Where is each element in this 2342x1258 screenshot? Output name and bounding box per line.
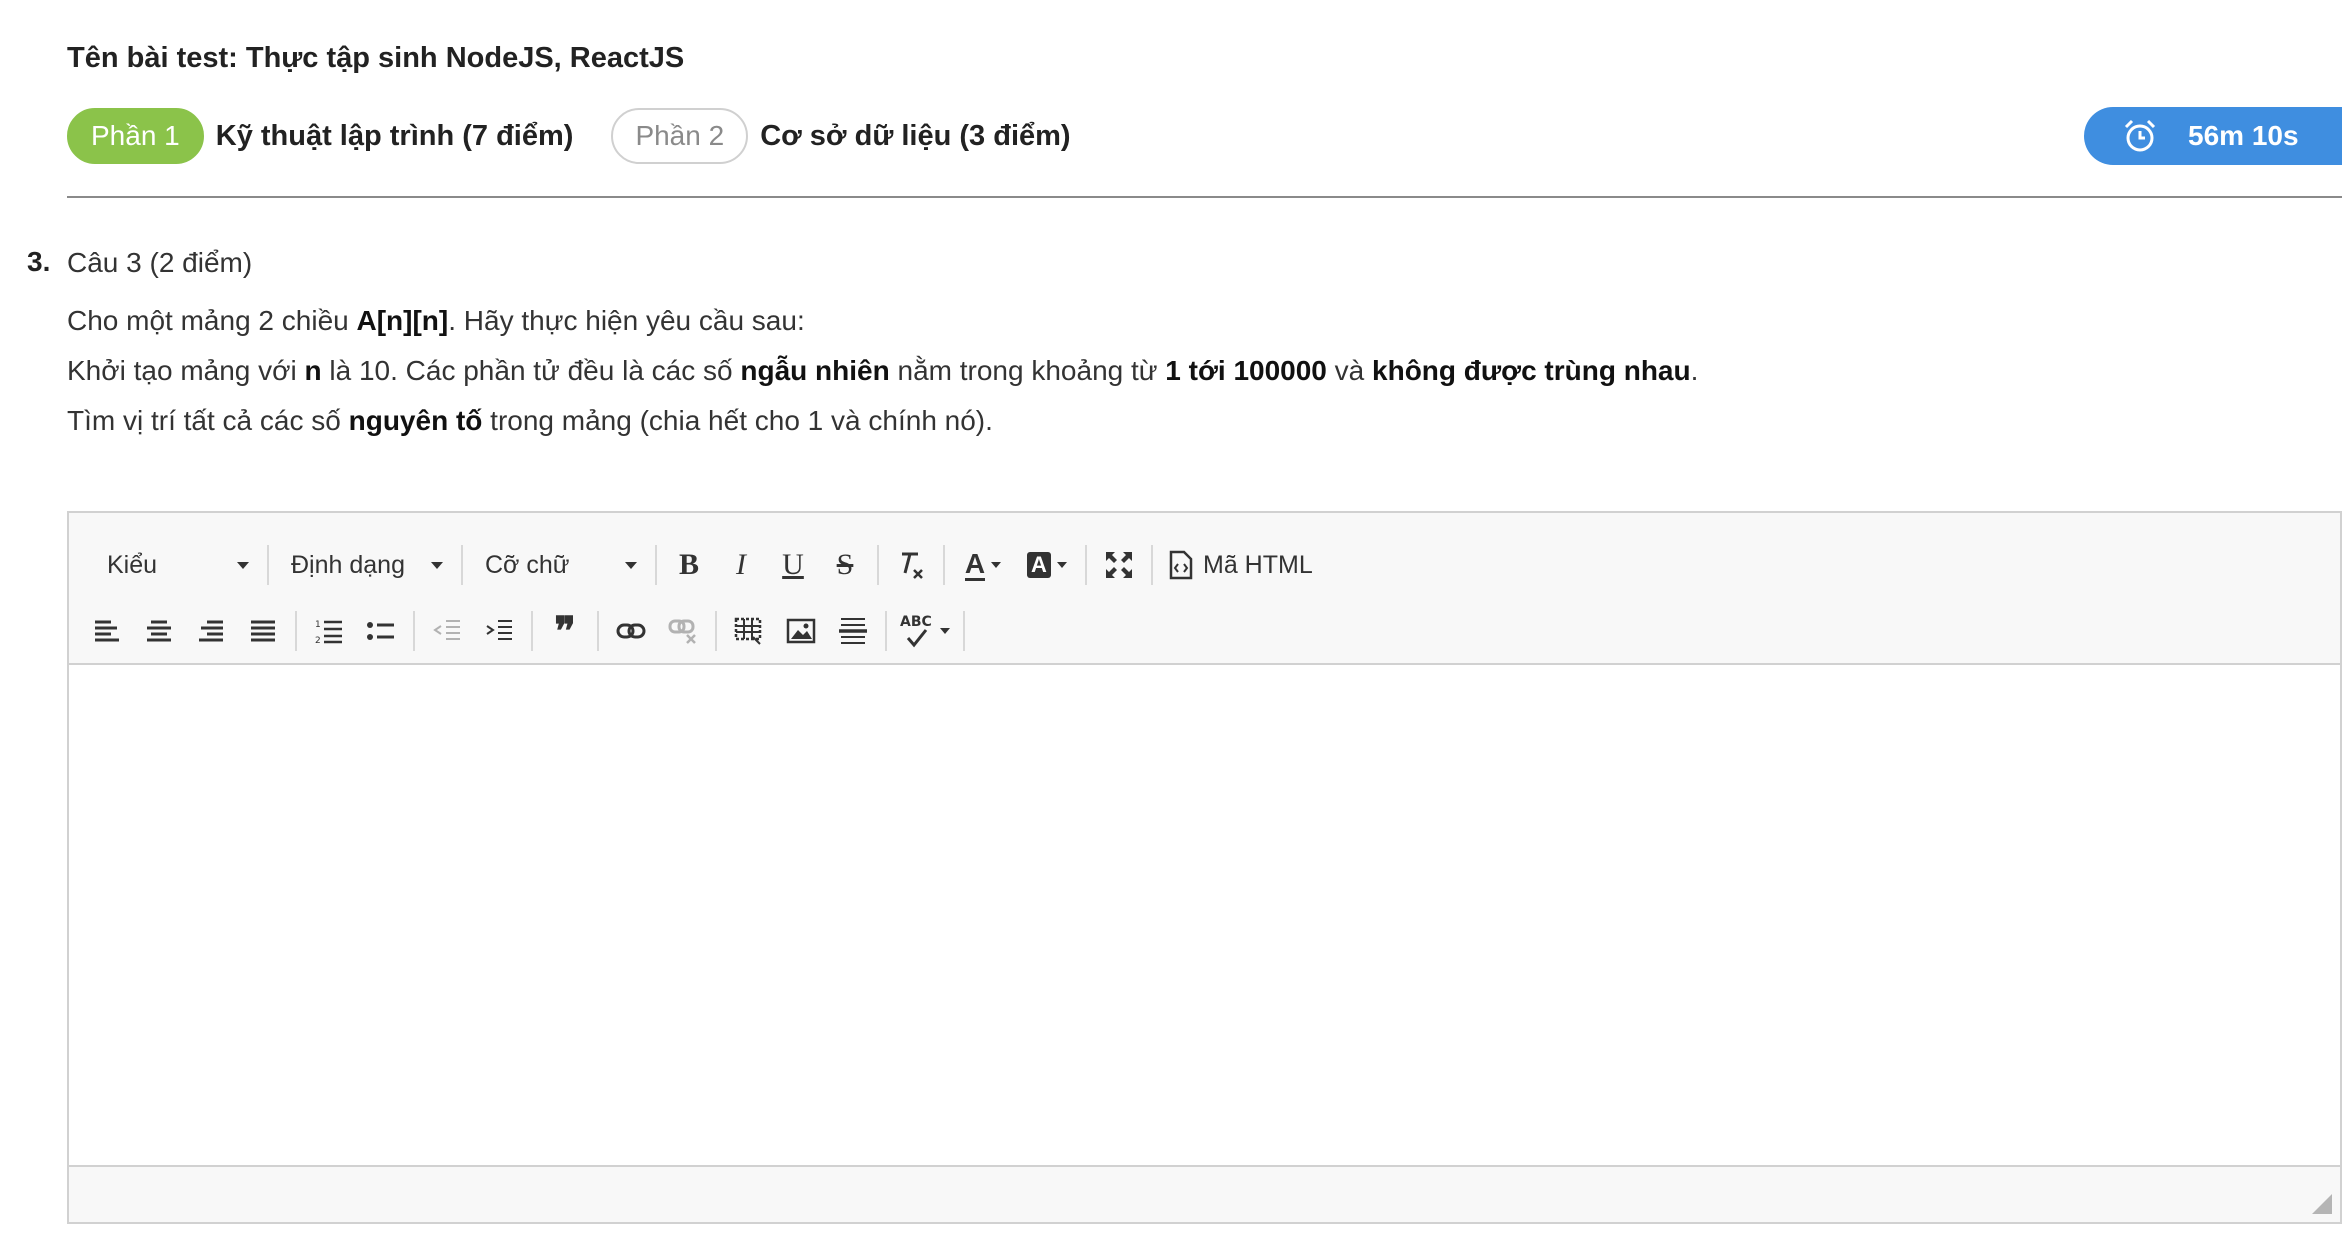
bullet-list-icon [367,622,394,640]
font-size-dropdown[interactable]: Cỡ chữ [469,541,649,589]
italic-button[interactable]: I [715,541,767,589]
remove-format-icon [902,552,923,579]
insert-table-button[interactable] [723,607,775,655]
style-dropdown[interactable]: Kiểu [91,541,261,589]
bold-button[interactable]: B [663,541,715,589]
question-number: 3. [27,246,51,277]
align-justify-icon [251,620,275,642]
text-color-button[interactable]: A [951,541,1015,589]
header-divider [67,196,2342,198]
strikethrough-button[interactable]: S [819,541,871,589]
unlink-button[interactable] [657,607,709,655]
insert-image-button[interactable] [775,607,827,655]
chevron-down-icon [940,628,950,634]
chevron-down-icon [625,561,637,569]
outdent-icon [433,620,460,640]
chevron-down-icon [237,561,249,569]
spellcheck-icon: ABC [900,614,934,648]
parts-nav: Phần 1 Kỹ thuật lập trình (7 điểm) Phần … [67,107,1109,165]
svg-text:2: 2 [315,636,321,645]
source-html-button[interactable]: Mã HTML [1159,541,1323,589]
align-left-icon [95,620,119,642]
toolbar-row-1: Kiểu Định dạng Cỡ chữ B I U S A A Mã HTM… [69,535,2340,595]
test-title: Tên bài test: Thực tập sinh NodeJS, Reac… [67,42,685,74]
question-line-3: Tìm vị trí tất cả các số nguyên tố trong… [67,405,993,436]
underline-button[interactable]: U [767,541,819,589]
question-title: Câu 3 (2 điểm) [67,247,253,278]
question-body: Câu 3 (2 điểm) Cho một mảng 2 chiều A[n]… [67,246,1698,446]
timer-value: 56m 10s [2188,120,2299,151]
align-right-icon [199,620,223,642]
part-2-label: Cơ sở dữ liệu (3 điểm) [760,119,1071,152]
toolbar-row-2: 1 2 ❞ ABC [69,601,2340,661]
link-icon [616,623,646,639]
question-line-1: Cho một mảng 2 chiều A[n][n]. Hãy thực h… [67,305,805,336]
align-center-button[interactable] [133,607,185,655]
alarm-clock-icon [2122,118,2158,154]
editor-content-area[interactable] [69,665,2340,1167]
format-dropdown[interactable]: Định dạng [275,541,455,589]
table-icon [734,617,762,645]
spellcheck-button[interactable]: ABC [893,607,957,655]
background-color-button[interactable]: A [1015,541,1079,589]
remove-format-button[interactable] [885,541,937,589]
link-button[interactable] [605,607,657,655]
unlink-icon [668,619,696,644]
part-1-label: Kỹ thuật lập trình (7 điểm) [215,119,574,152]
chevron-down-icon [991,562,1002,568]
question-line-2: Khởi tạo mảng với n là 10. Các phần tử đ… [67,355,1699,386]
answer-editor: Kiểu Định dạng Cỡ chữ B I U S A A Mã HTM… [67,511,2342,1224]
horizontal-rule-icon [839,618,867,644]
maximize-button[interactable] [1093,541,1145,589]
countdown-timer: 56m 10s [2084,107,2342,165]
image-icon [786,618,816,644]
bullet-list-button[interactable] [355,607,407,655]
blockquote-button[interactable]: ❞ [539,607,591,655]
chevron-down-icon [431,561,443,569]
source-code-icon [1169,550,1193,580]
indent-icon [486,620,512,640]
chevron-down-icon [1056,562,1067,568]
numbered-list-button[interactable]: 1 2 [303,607,355,655]
align-center-icon [147,620,171,642]
part-2-badge[interactable]: Phần 2 [611,108,749,164]
align-right-button[interactable] [185,607,237,655]
horizontal-line-button[interactable] [827,607,879,655]
resize-handle-icon[interactable] [2312,1194,2332,1214]
align-justify-button[interactable] [237,607,289,655]
editor-toolbar: Kiểu Định dạng Cỡ chữ B I U S A A Mã HTM… [69,513,2340,665]
svg-text:1: 1 [315,620,321,630]
outdent-button[interactable] [421,607,473,655]
fullscreen-icon [1106,552,1132,578]
numbered-list-icon: 1 2 [315,620,342,645]
editor-statusbar [69,1165,2340,1222]
align-left-button[interactable] [81,607,133,655]
indent-button[interactable] [473,607,525,655]
part-1-badge[interactable]: Phần 1 [67,108,204,164]
